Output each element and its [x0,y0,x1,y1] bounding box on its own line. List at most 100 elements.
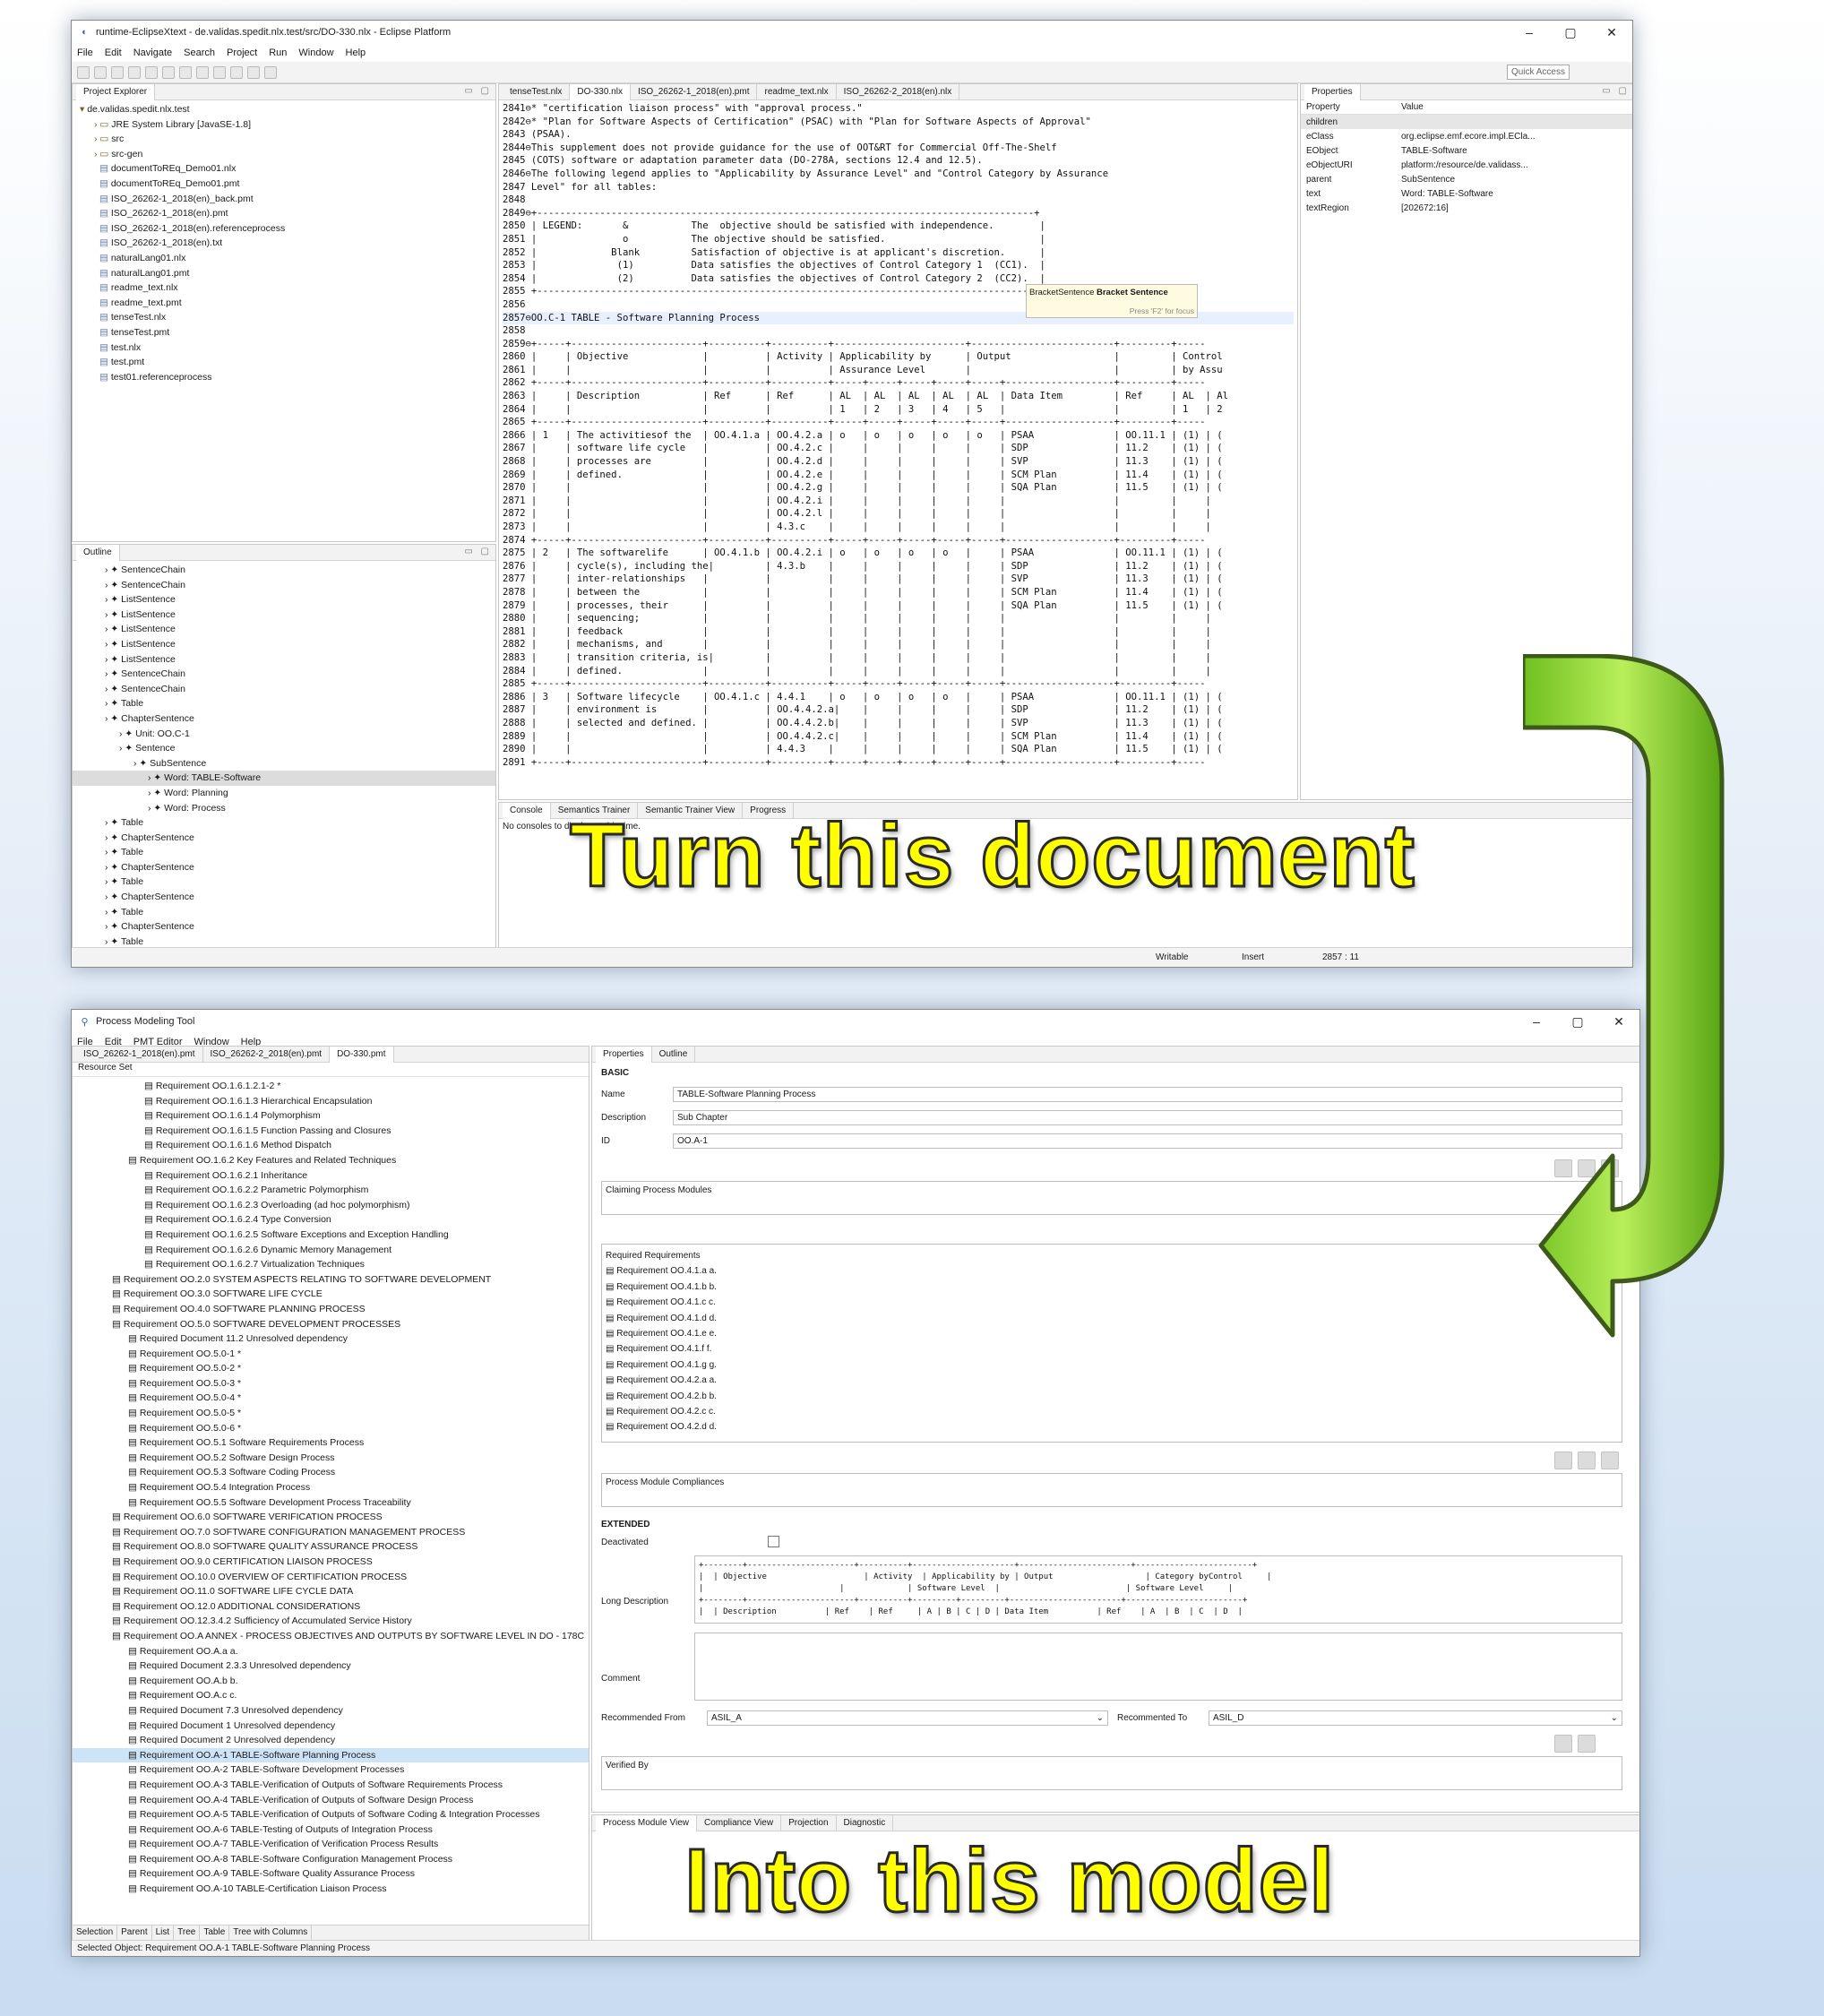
project-tree-item[interactable]: ▤ documentToREq_Demo01.pmt [73,177,495,192]
outline-item[interactable]: › ✦ SentenceChain [73,667,495,682]
property-row[interactable]: children [1301,115,1632,129]
requirement-tree-item[interactable]: ▤ Required Document 11.2 Unresolved depe… [73,1331,589,1347]
requirement-tree-item[interactable]: ▤ Requirement OO.2.0 SYSTEM ASPECTS RELA… [73,1272,589,1288]
outline-item[interactable]: › ✦ Table [73,696,495,711]
project-tree-item[interactable]: ▤ ISO_26262-1_2018(en)_back.pmt [73,192,495,207]
required-requirement-item[interactable]: ▤ Requirement OO.4.1.g g. [606,1357,1618,1373]
save-all-icon[interactable] [111,65,124,79]
project-tree-item[interactable]: › ▭ JRE System Library [JavaSE-1.8] [73,117,495,133]
view-tab[interactable]: Projection [781,1815,837,1831]
viewer-tab[interactable]: Selection [73,1926,118,1941]
requirement-tree-item[interactable]: ▤ Requirement OO.5.0-4 * [73,1391,589,1406]
outline-item[interactable]: › ✦ ListSentence [73,592,495,607]
outline-item[interactable]: › ✦ Table [73,905,495,920]
save-icon[interactable] [94,65,107,79]
requirement-tree-item[interactable]: ▤ Requirement OO.5.0-5 * [73,1406,589,1421]
editor-tab[interactable]: ISO_26262-2_2018(en).nlx [837,84,960,100]
deactivated-checkbox[interactable] [768,1536,779,1547]
requirement-tree-item[interactable]: ▤ Requirement OO.5.5 Software Developmen… [73,1495,589,1511]
requirement-tree-item[interactable]: ▤ Requirement OO.5.2 Software Design Pro… [73,1451,589,1466]
new-icon[interactable] [77,65,90,79]
description-field[interactable]: Sub Chapter [673,1110,1622,1125]
requirement-tree-item[interactable]: ▤ Required Document 2 Unresolved depende… [73,1733,589,1748]
menu-help[interactable]: Help [346,47,366,58]
requirement-tree-item[interactable]: ▤ Requirement OO.1.6.1.6 Method Dispatch [73,1138,589,1153]
required-requirement-item[interactable]: ▤ Requirement OO.4.2.b b. [606,1389,1618,1404]
outline-item[interactable]: › ✦ Word: Planning [73,786,495,801]
outline-item[interactable]: › ✦ SentenceChain [73,682,495,697]
print-icon[interactable] [128,65,141,79]
project-tree-item[interactable]: ▤ readme_text.nlx [73,280,495,296]
requirement-tree-item[interactable]: ▤ Requirement OO.1.6.2 Key Features and … [73,1153,589,1168]
requirement-tree-item[interactable]: ▤ Requirement OO.5.0 SOFTWARE DEVELOPMEN… [73,1317,589,1332]
project-tree-item[interactable]: ▤ ISO_26262-1_2018(en).txt [73,236,495,251]
editor-tab[interactable]: tenseTest.nlx [503,84,571,100]
add-icon[interactable] [1578,1452,1596,1469]
project-tree-item[interactable]: › ▭ src-gen [73,147,495,162]
pmt-file-tab[interactable]: ISO_26262-1_2018(en).pmt [76,1047,203,1063]
outline-item[interactable]: › ✦ ChapterSentence [73,919,495,935]
menu-edit[interactable]: Edit [105,47,122,58]
editor-tab[interactable]: ISO_26262-1_2018(en).pmt [631,84,758,100]
outline-item[interactable]: › ✦ Sentence [73,741,495,756]
requirement-tree-item[interactable]: ▤ Requirement OO.1.6.1.2.1-2 * [73,1079,589,1094]
required-requirement-item[interactable]: ▤ Requirement OO.4.1.f f. [606,1341,1618,1357]
requirement-tree-item[interactable]: ▤ Requirement OO.5.0-6 * [73,1421,589,1436]
requirement-tree-item[interactable]: ▤ Requirement OO.12.0 ADDITIONAL CONSIDE… [73,1599,589,1615]
requirement-tree-item[interactable]: ▤ Requirement OO.1.6.1.5 Function Passin… [73,1124,589,1139]
requirement-tree-item[interactable]: ▤ Requirement OO.9.0 CERTIFICATION LIAIS… [73,1555,589,1570]
property-row[interactable]: eObjectURI platform:/resource/de.validass… [1301,158,1632,172]
process-module-compliances[interactable]: Process Module Compliances [601,1473,1622,1507]
requirement-tree-item[interactable]: ▤ Requirement OO.5.1 Software Requiremen… [73,1435,589,1451]
add-icon[interactable] [1578,1735,1596,1753]
edit-icon[interactable] [1601,1452,1619,1469]
properties-tab[interactable]: Properties [1304,84,1361,100]
menu-file[interactable]: File [77,47,93,58]
required-requirement-item[interactable]: ▤ Requirement OO.4.1.b b. [606,1279,1618,1295]
outline-tab[interactable]: Outline [76,545,120,561]
outline-item[interactable]: › ✦ SentenceChain [73,578,495,593]
project-tree-item[interactable]: ▤ test.pmt [73,355,495,370]
property-row[interactable]: textRegion [202672:16] [1301,201,1632,215]
project-explorer-tab[interactable]: Project Explorer [76,84,156,100]
next-annotation-icon[interactable] [213,65,226,79]
outline-item[interactable]: › ✦ ChapterSentence [73,860,495,875]
outline-item[interactable]: › ✦ SubSentence [73,756,495,771]
requirement-tree-item[interactable]: ▤ Requirement OO.1.6.2.2 Parametric Poly… [73,1183,589,1198]
menu-project[interactable]: Project [227,47,257,58]
requirement-tree-item[interactable]: ▤ Requirement OO.3.0 SOFTWARE LIFE CYCLE [73,1287,589,1302]
outline-item[interactable]: › ✦ ListSentence [73,622,495,637]
requirement-tree-item[interactable]: ▤ Requirement OO.1.6.1.3 Hierarchical En… [73,1094,589,1109]
required-requirement-item[interactable]: ▤ Requirement OO.4.1.e e. [606,1326,1618,1341]
debug-icon[interactable] [145,65,158,79]
pmt-file-tab[interactable]: DO-330.pmt [330,1047,394,1063]
menu-navigate[interactable]: Navigate [133,47,172,58]
required-requirement-item[interactable]: ▤ Requirement OO.4.1.a a. [606,1263,1618,1279]
project-tree-item[interactable]: ▾ de.validas.spedit.nlx.test [73,102,495,117]
project-tree-item[interactable]: ▤ tenseTest.pmt [73,325,495,340]
viewer-tab[interactable]: Parent [117,1926,152,1941]
requirement-tree-item[interactable]: ▤ Required Document 2.3.3 Unresolved dep… [73,1658,589,1674]
minimize-button[interactable]: – [1509,21,1550,44]
view-controls[interactable]: ▭ ▢ [464,86,492,96]
requirement-tree-item[interactable]: ▤ Requirement OO.5.4 Integration Process [73,1480,589,1495]
requirement-tree-item[interactable]: ▤ Requirement OO.A-5 TABLE-Verification … [73,1807,589,1822]
outline-item[interactable]: › ✦ ChapterSentence [73,831,495,846]
project-tree-item[interactable]: ▤ test01.referenceprocess [73,370,495,385]
requirement-tree-item[interactable]: ▤ Requirement OO.A-9 TABLE-Software Qual… [73,1866,589,1882]
requirement-tree-item[interactable]: ▤ Requirement OO.10.0 OVERVIEW OF CERTIF… [73,1570,589,1585]
viewer-tab[interactable]: List [152,1926,175,1941]
outline-item[interactable]: › ✦ ChapterSentence [73,890,495,905]
outline-item[interactable]: › ✦ Table [73,874,495,890]
requirement-tree-item[interactable]: ▤ Required Document 1 Unresolved depende… [73,1719,589,1734]
close-button[interactable]: ✕ [1591,21,1632,44]
project-tree-item[interactable]: ▤ test.nlx [73,340,495,356]
claiming-process-modules[interactable]: Claiming Process Modules [601,1181,1622,1215]
run-icon[interactable] [162,65,175,79]
menu-run[interactable]: Run [269,47,287,58]
requirement-tree-item[interactable]: ▤ Requirement OO.8.0 SOFTWARE QUALITY AS… [73,1539,589,1555]
required-requirement-item[interactable]: ▤ Requirement OO.4.2.a a. [606,1373,1618,1388]
quick-access-input[interactable]: Quick Access [1506,65,1570,80]
id-field[interactable]: OO.A-1 [673,1133,1622,1149]
remove-icon[interactable] [1554,1452,1572,1469]
